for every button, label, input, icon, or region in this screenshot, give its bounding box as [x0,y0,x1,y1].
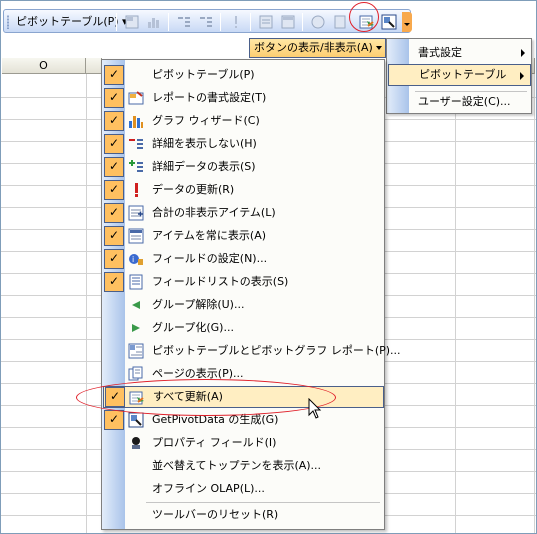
menu-item[interactable]: オフライン OLAP(L)... [103,478,384,500]
checkmark-icon [104,226,124,246]
chevron-right-icon [520,72,524,80]
show-detail-icon[interactable] [198,14,214,30]
pivot-buttons-menu: ピボットテーブル(P) レポートの書式設定(T) グラフ ウィザード(C) 詳細を表示… [101,59,401,530]
include-hidden-items-icon [128,205,144,221]
menu-item-label: ピボットテーブルとピボットグラフ レポート(P)... [152,344,401,357]
hide-detail-icon [129,139,143,149]
checkmark-icon [104,272,124,292]
annotation-ellipse [76,379,336,416]
add-remove-buttons-menu[interactable]: ボタンの表示/非表示(A) [249,38,386,58]
checkmark-icon [104,65,124,85]
refresh-data-icon[interactable] [228,14,244,30]
submenu-item-customize[interactable]: ユーザー設定(C)... [388,91,531,113]
toolbar-separator [250,13,251,31]
column-header[interactable] [86,58,102,74]
menu-item[interactable]: ピボットテーブル(P) [103,64,384,86]
menu-item-label: プロパティ フィールド(I) [152,436,277,449]
getpivotdata-icon [128,412,144,428]
menu-item-label: 詳細を表示しない(H) [152,137,257,150]
menu-item[interactable]: フィールドリストの表示(S) [103,271,384,293]
field-list-icon[interactable] [332,14,348,30]
toolbar-submenu: 書式設定 ピボットテーブル ユーザー設定(C)... [386,38,532,114]
menu-item-label: グラフ ウィザード(C) [152,114,260,127]
group-icon [132,324,140,332]
menu-item[interactable]: ピボットテーブルとピボットグラフ レポート(P)... [103,340,401,362]
menu-item-label: グループ解除(U)... [152,298,245,311]
toolbar-grip[interactable] [7,15,9,29]
always-display-items-icon [128,228,144,244]
svg-text:i: i [132,255,134,264]
format-report-icon[interactable] [124,14,140,30]
add-remove-buttons-label: ボタンの表示/非表示(A) [254,41,373,54]
mouse-cursor-icon [308,398,322,419]
menu-item[interactable]: 詳細を表示しない(H) [103,133,384,155]
menu-item[interactable]: アイテムを常に表示(A) [103,225,384,247]
menu-item-label: オフライン OLAP(L)... [152,482,265,495]
menu-item[interactable]: ツールバーのリセット(R) [103,504,384,526]
show-detail-icon [129,160,143,172]
field-settings-icon[interactable] [310,14,326,30]
property-fields-icon [132,437,140,449]
checkmark-icon [104,88,124,108]
menu-item[interactable]: プロパティ フィールド(I) [103,432,384,454]
menu-item-label: データの更新(R) [152,183,235,196]
always-display-items-icon[interactable] [280,14,296,30]
menu-item-label: フィールドの設定(N)... [152,252,268,265]
submenu-item-pivot-table[interactable]: ピボットテーブル [388,64,531,86]
menu-item[interactable]: レポートの書式設定(T) [103,87,384,109]
menu-item[interactable]: i フィールドの設定(N)... [103,248,384,270]
menu-item[interactable]: 並べ替えてトップテンを表示(A)... [103,455,384,477]
menu-item-label: 合計の非表示アイテム(L) [152,206,276,219]
checkmark-icon [104,180,124,200]
field-settings-icon: i [129,254,143,265]
chevron-down-icon [375,46,382,50]
chevron-right-icon [521,49,525,57]
submenu-item-label: ユーザー設定(C)... [418,95,511,108]
ungroup-icon [132,301,140,309]
chart-wizard-icon[interactable] [146,14,162,30]
checkmark-icon [104,410,124,430]
menu-item-label: ツールバーのリセット(R) [152,508,279,521]
menu-item[interactable]: グラフ ウィザード(C) [103,110,384,132]
menu-item-label: 詳細データの表示(S) [152,160,256,173]
annotation-circle [349,2,379,32]
column-header-o[interactable]: O [2,58,86,74]
checkmark-icon [104,203,124,223]
checkmark-icon [104,249,124,269]
menu-item-label: アイテムを常に表示(A) [152,229,267,242]
submenu-item-label: ピボットテーブル [419,68,507,81]
toolbar-options-button[interactable] [402,12,412,32]
checkmark-icon [104,134,124,154]
toolbar-separator [220,13,221,31]
submenu-item-formatting[interactable]: 書式設定 [388,42,531,64]
menu-separator [146,502,380,503]
submenu-item-label: 書式設定 [418,46,462,59]
hide-detail-icon[interactable] [176,14,192,30]
checkmark-icon [104,111,124,131]
menu-item-label: フィールドリストの表示(S) [152,275,289,288]
menu-item[interactable]: データの更新(R) [103,179,384,201]
getpivotdata-icon[interactable] [381,14,397,30]
toolbar-separator [168,13,169,31]
refresh-data-icon [135,183,138,197]
menu-item[interactable]: グループ解除(U)... [103,294,384,316]
field-list-icon [129,274,143,290]
menu-item-label: レポートの書式設定(T) [152,91,267,104]
menu-item-label: ピボットテーブル(P) [152,68,255,81]
checkmark-icon [104,157,124,177]
include-hidden-items-icon[interactable] [258,14,274,30]
menu-item-label: 並べ替えてトップテンを表示(A)... [152,459,322,472]
toolbar-separator [116,13,117,31]
pivot-wizard-icon [128,343,144,359]
toolbar-separator [302,13,303,31]
format-report-icon [128,91,144,105]
show-pages-icon [128,366,143,381]
column-header-label: O [39,59,48,72]
chart-wizard-icon [129,116,143,128]
menu-item[interactable]: 詳細データの表示(S) [103,156,384,178]
menu-item-label: グループ化(G)... [152,321,234,334]
pivot-table-menu-button[interactable]: ピボットテーブル(P) ▾ [14,14,130,30]
menu-item[interactable]: グループ化(G)... [103,317,384,339]
menu-item[interactable]: 合計の非表示アイテム(L) [103,202,384,224]
